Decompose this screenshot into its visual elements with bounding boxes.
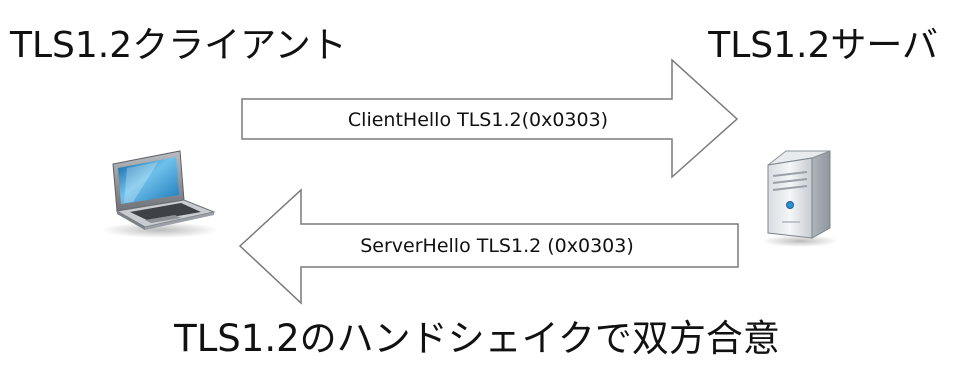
handshake-caption: TLS1.2のハンドシェイクで双方合意 (174, 317, 780, 360)
client-hello-arrow: ClientHello TLS1.2(0x0303) (241, 58, 739, 179)
server-hello-arrow: ServerHello TLS1.2 (0x0303) (238, 188, 739, 305)
server-tower-icon (762, 150, 838, 247)
laptop-icon (102, 150, 218, 238)
client-hello-label: ClientHello TLS1.2(0x0303) (348, 109, 608, 131)
server-hello-label: ServerHello TLS1.2 (0x0303) (360, 235, 634, 257)
